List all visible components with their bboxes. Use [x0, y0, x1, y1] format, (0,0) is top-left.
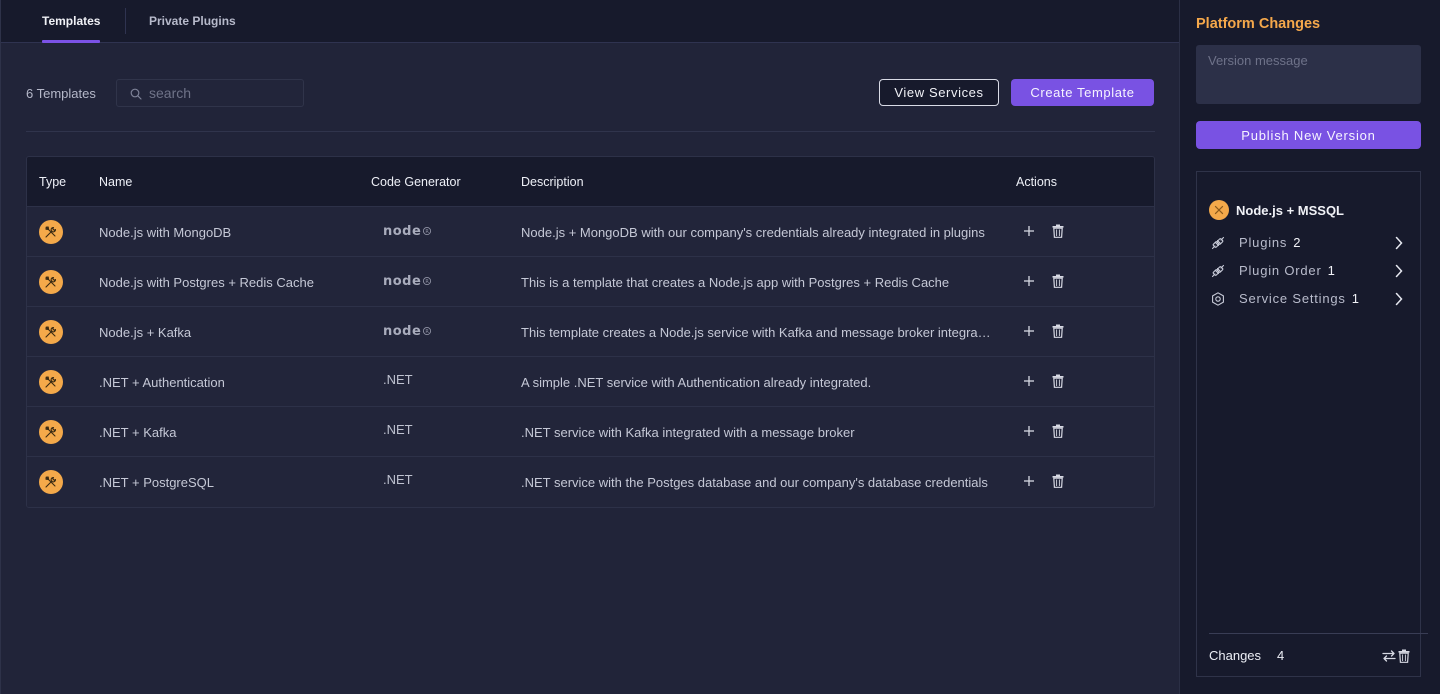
template-description: .NET service with Kafka integrated with …: [521, 425, 855, 440]
code-generator-label: .NET: [383, 472, 413, 487]
table-body: Node.js with MongoDB node R Node.js + Mon…: [27, 207, 1154, 507]
change-item-count: 1: [1351, 291, 1359, 306]
add-icon[interactable]: [1023, 275, 1035, 287]
svg-text:R: R: [425, 279, 429, 285]
tools-icon: [1209, 200, 1229, 220]
platform-changes-panel: Platform Changes Publish New Version Nod…: [1179, 0, 1440, 694]
panel-title: Platform Changes: [1196, 16, 1321, 32]
tab-bar: Templates Private Plugins: [1, 0, 1179, 43]
svg-text:R: R: [425, 329, 429, 335]
plugin-icon: [1211, 236, 1225, 250]
service-header[interactable]: Node.js + MSSQL: [1209, 200, 1344, 220]
tab-divider: [125, 8, 126, 34]
change-item-count: 2: [1293, 235, 1301, 250]
search-input[interactable]: [149, 83, 299, 103]
chevron-right-icon[interactable]: [1394, 264, 1404, 278]
change-item-count: 1: [1327, 263, 1335, 278]
chevron-right-icon[interactable]: [1394, 236, 1404, 250]
trash-icon[interactable]: [1052, 324, 1064, 338]
trash-icon[interactable]: [1052, 424, 1064, 438]
node-logo: node R: [383, 324, 433, 343]
template-name: Node.js with MongoDB: [99, 225, 232, 240]
template-name: .NET + Kafka: [99, 425, 177, 440]
node-logo-text: node: [383, 324, 421, 338]
add-icon[interactable]: [1023, 475, 1035, 487]
tools-icon: [39, 320, 63, 344]
column-header-name: Name: [99, 175, 133, 189]
version-message-input[interactable]: [1196, 45, 1421, 104]
node-logo: node R: [383, 224, 433, 243]
change-item-service-settings[interactable]: Service Settings 1: [1209, 289, 1404, 309]
column-header-type: Type: [39, 175, 67, 189]
table-header: Type Name Code Generator Description Act…: [27, 157, 1154, 207]
code-generator-label: .NET: [383, 372, 413, 387]
toolbar: 6 Templates View Services Create Templat…: [26, 79, 1154, 107]
create-template-button[interactable]: Create Template: [1011, 79, 1154, 106]
divider: [26, 131, 1155, 132]
table-row[interactable]: Node.js + Kafka node R This template crea…: [27, 307, 1154, 357]
table-row[interactable]: .NET + Authentication .NET A simple .NET…: [27, 357, 1154, 407]
table-row[interactable]: .NET + PostgreSQL .NET .NET service with…: [27, 457, 1154, 507]
template-name: .NET + Authentication: [99, 375, 225, 390]
trash-icon[interactable]: [1052, 224, 1064, 238]
templates-table: Type Name Code Generator Description Act…: [26, 156, 1155, 508]
add-icon[interactable]: [1023, 325, 1035, 337]
trash-icon[interactable]: [1398, 649, 1410, 663]
change-item-plugin-order[interactable]: Plugin Order 1: [1209, 261, 1404, 281]
template-name: Node.js + Kafka: [99, 325, 192, 340]
svg-text:R: R: [425, 229, 429, 235]
template-name: Node.js with Postgres + Redis Cache: [99, 275, 314, 290]
tools-icon: [39, 420, 63, 444]
add-icon[interactable]: [1023, 375, 1035, 387]
column-header-description: Description: [521, 175, 584, 189]
table-row[interactable]: Node.js with Postgres + Redis Cache node…: [27, 257, 1154, 307]
change-item-label: Plugin Order: [1239, 263, 1322, 278]
chevron-right-icon[interactable]: [1394, 292, 1404, 306]
search-icon: [130, 88, 142, 100]
trash-icon[interactable]: [1052, 474, 1064, 488]
table-row[interactable]: .NET + Kafka .NET .NET service with Kafk…: [27, 407, 1154, 457]
divider: [1209, 633, 1428, 634]
trash-icon[interactable]: [1052, 274, 1064, 288]
tab-templates[interactable]: Templates: [42, 0, 101, 43]
changes-label: Changes: [1209, 648, 1262, 663]
compare-icon[interactable]: [1382, 649, 1396, 663]
tools-icon: [39, 220, 63, 244]
code-generator-label: .NET: [383, 422, 413, 437]
publish-new-version-button[interactable]: Publish New Version: [1196, 121, 1421, 149]
add-icon[interactable]: [1023, 425, 1035, 437]
tools-icon: [39, 470, 63, 494]
search-box[interactable]: [116, 79, 304, 107]
template-description: A simple .NET service with Authenticatio…: [521, 375, 872, 390]
template-description: Node.js + MongoDB with our company's cre…: [521, 225, 985, 240]
column-header-code-generator: Code Generator: [371, 175, 461, 189]
trash-icon[interactable]: [1052, 374, 1064, 388]
change-item-label: Service Settings: [1239, 291, 1346, 306]
main-content: Templates Private Plugins 6 Templates Vi…: [0, 0, 1179, 694]
plugin-icon: [1211, 264, 1225, 278]
change-item-plugins[interactable]: Plugins 2: [1209, 233, 1404, 253]
tools-icon: [39, 270, 63, 294]
changes-count: 4: [1277, 648, 1285, 663]
template-description: This template creates a Node.js service …: [521, 325, 991, 340]
node-logo: node R: [383, 274, 433, 293]
gear-icon: [1212, 292, 1224, 306]
tab-private-plugins[interactable]: Private Plugins: [149, 0, 236, 42]
service-name: Node.js + MSSQL: [1236, 202, 1344, 218]
pending-changes-box: Node.js + MSSQL Plugins 2 Plugin Order 1: [1196, 171, 1428, 677]
tools-icon: [39, 370, 63, 394]
templates-count: 6 Templates: [26, 86, 96, 101]
template-description: This is a template that creates a Node.j…: [521, 275, 950, 290]
template-description: .NET service with the Postges database a…: [521, 475, 988, 490]
template-name: .NET + PostgreSQL: [99, 475, 215, 490]
view-services-button[interactable]: View Services: [879, 79, 999, 106]
add-icon[interactable]: [1023, 225, 1035, 237]
change-item-label: Plugins: [1239, 235, 1288, 250]
node-logo-text: node: [383, 224, 421, 238]
node-logo-text: node: [383, 274, 421, 288]
table-row[interactable]: Node.js with MongoDB node R Node.js + Mon…: [27, 207, 1154, 257]
column-header-actions: Actions: [1016, 175, 1057, 189]
